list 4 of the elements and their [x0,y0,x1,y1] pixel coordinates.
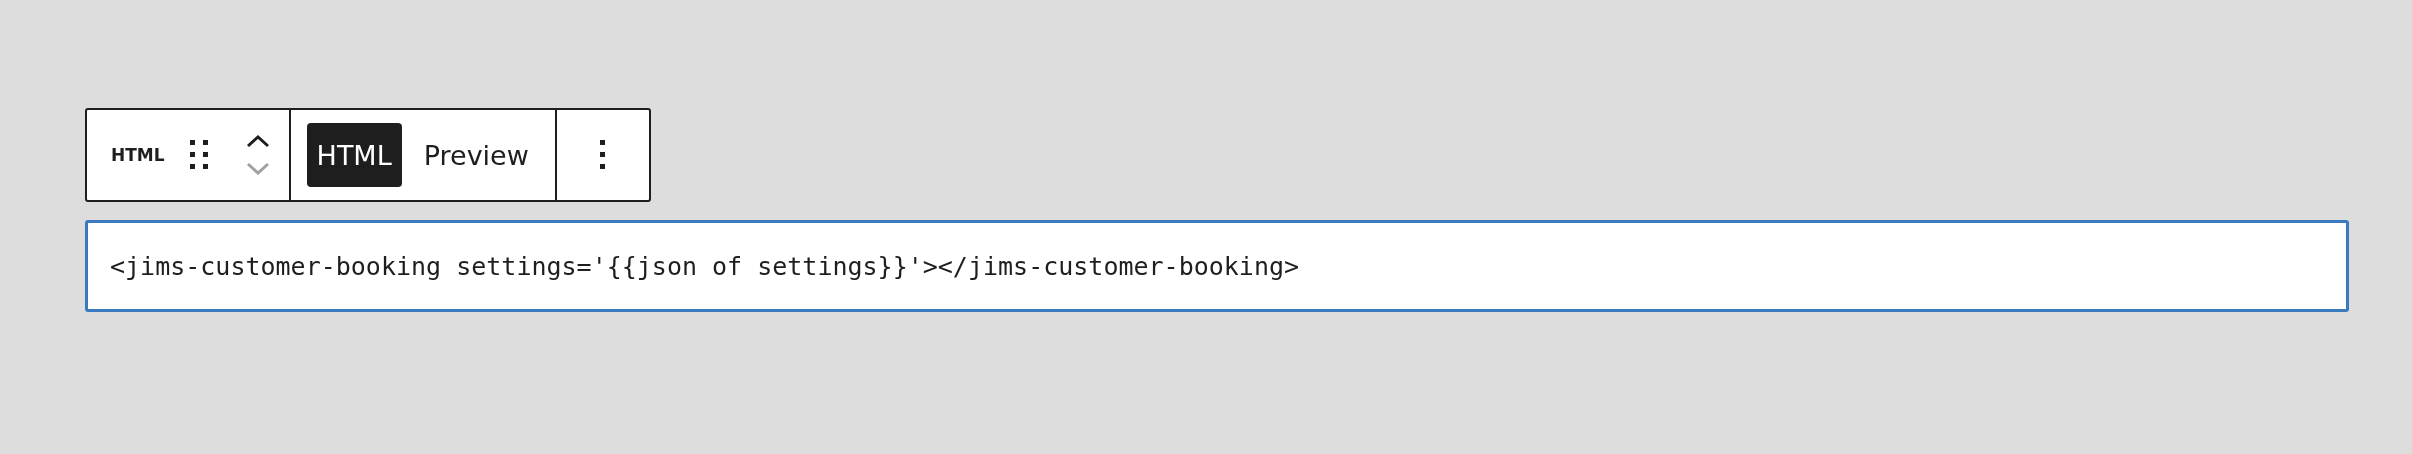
mode-tab[interactable]: Preview [413,123,539,187]
code-field[interactable]: <jims-customer-booking settings='{{json of settings}}'></jims-customer-booking> [85,220,2349,312]
mode-tab[interactable]: HTML [306,123,402,187]
block-type-label: HTML [110,145,166,165]
